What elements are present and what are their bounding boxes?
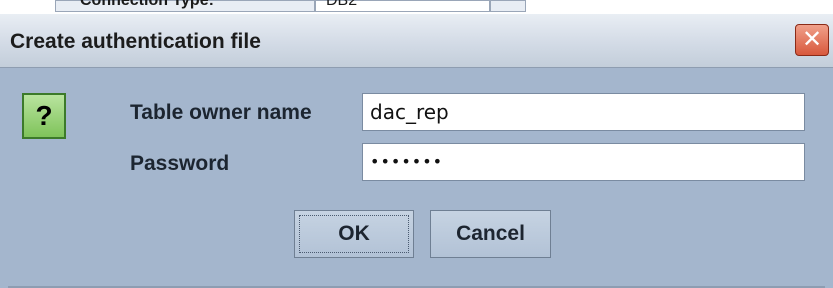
background-combo-button	[490, 0, 526, 12]
create-authentication-dialog: Create authentication file ✕ ? Table own…	[0, 14, 833, 288]
ok-button[interactable]: OK	[294, 210, 414, 258]
background-combo-value: DB2	[326, 0, 358, 9]
background-label: Connection Type:	[80, 0, 214, 9]
question-icon: ?	[22, 93, 66, 139]
close-button[interactable]: ✕	[795, 24, 829, 56]
dialog-content: ? Table owner name dac_rep Password ••••…	[8, 69, 825, 288]
background-window: Connection Type: DB2	[0, 0, 833, 12]
background-combo-field: DB2	[315, 0, 490, 12]
dialog-title: Create authentication file	[10, 30, 261, 53]
close-icon: ✕	[801, 26, 823, 53]
dialog-titlebar: Create authentication file ✕	[0, 14, 833, 68]
password-label: Password	[130, 152, 230, 175]
table-owner-label: Table owner name	[130, 101, 312, 124]
cancel-button[interactable]: Cancel	[430, 210, 551, 258]
table-owner-input[interactable]: dac_rep	[362, 93, 805, 131]
screen: Connection Type: DB2 Create authenticati…	[0, 0, 833, 288]
background-label-cell: Connection Type:	[55, 0, 315, 12]
password-input[interactable]: •••••••	[362, 143, 805, 181]
